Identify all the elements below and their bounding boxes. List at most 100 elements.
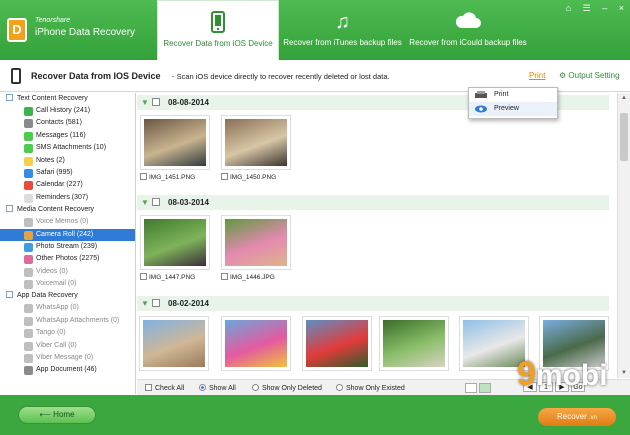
print-menu-item[interactable]: Print (469, 88, 557, 102)
photo-image[interactable] (139, 316, 209, 371)
photo-image[interactable] (379, 316, 449, 371)
grid-view-icon[interactable] (479, 383, 491, 393)
window-controls: ⌂ ☰ – × (557, 3, 624, 14)
sidebar-item[interactable]: WhatsApp Attachments (0) (0, 315, 135, 327)
sidebar-item[interactable]: Viber Call (0) (0, 340, 135, 352)
sidebar-item[interactable]: Tango (0) (0, 327, 135, 339)
scroll-up-icon[interactable]: ▲ (621, 95, 627, 101)
home-icon[interactable]: ⌂ (566, 3, 571, 13)
category-icon (24, 366, 33, 376)
collapse-arrow-icon[interactable]: ▼ (141, 198, 149, 207)
sidebar: Text Content Recovery Call History (241) C… (0, 93, 136, 394)
group-checkbox[interactable] (152, 198, 160, 206)
photo-image[interactable] (302, 316, 372, 371)
scrollbar-thumb[interactable] (620, 113, 628, 161)
back-arrow-icon: ⟵ (39, 410, 51, 419)
output-setting-button[interactable]: ⚙ Output Setting (559, 71, 620, 80)
category-checkbox[interactable] (6, 291, 13, 299)
preview-menu-item[interactable]: Preview (469, 102, 557, 116)
menu-icon[interactable]: ☰ (583, 3, 591, 13)
sidebar-item[interactable]: Voice Memos (0) (0, 216, 135, 228)
sidebar-item[interactable]: Contacts (581) (0, 117, 135, 129)
category-checkbox[interactable] (6, 205, 13, 213)
home-button[interactable]: ⟵ Home (18, 406, 96, 424)
sidebar-item[interactable]: Viber Message (0) (0, 352, 135, 364)
category-icon (24, 107, 33, 116)
show-deleted-radio[interactable]: Show Only Deleted (252, 384, 322, 392)
photo-thumbnail[interactable] (379, 316, 449, 371)
photo-image[interactable] (221, 115, 291, 170)
sidebar-category[interactable]: Media Content Recovery (0, 204, 135, 216)
scrollbar[interactable]: ▲ ▼ (617, 93, 630, 378)
sidebar-item[interactable]: Videos (0) (0, 266, 135, 278)
show-all-radio[interactable]: Show All (199, 384, 236, 392)
photo-checkbox[interactable] (221, 173, 228, 180)
watermark-text: mobi (535, 359, 608, 392)
tab-label: Recover from iTunes backup files (283, 38, 402, 47)
photo-thumbnail[interactable] (221, 316, 291, 371)
sidebar-item[interactable]: Call History (241) (0, 105, 135, 117)
photo-image[interactable] (140, 215, 210, 270)
photo-image[interactable] (221, 215, 291, 270)
sidebar-item[interactable]: WhatsApp (0) (0, 302, 135, 314)
category-checkbox[interactable] (6, 94, 13, 101)
category-icon (24, 193, 33, 203)
photo-caption[interactable]: IMG_1446.JPG (221, 273, 291, 281)
collapse-arrow-icon[interactable]: ▼ (141, 98, 149, 107)
sidebar-item[interactable]: Voicemail (0) (0, 278, 135, 290)
scroll-down-icon[interactable]: ▼ (621, 370, 627, 376)
photo-checkbox[interactable] (221, 273, 228, 280)
close-icon[interactable]: × (619, 3, 624, 13)
collapse-arrow-icon[interactable]: ▼ (141, 299, 149, 308)
sidebar-item-label: Calendar (227) (36, 181, 83, 189)
photo-checkbox[interactable] (140, 273, 147, 280)
group-checkbox[interactable] (152, 98, 160, 106)
page-description: - Scan iOS device directly to recover re… (172, 72, 390, 81)
group-checkbox[interactable] (152, 299, 160, 307)
sidebar-item[interactable]: Notes (2) (0, 155, 135, 167)
photo-image[interactable] (221, 316, 291, 371)
minimize-icon[interactable]: – (602, 3, 607, 13)
photo-thumbnail[interactable]: IMG_1450.PNG (221, 115, 291, 181)
sidebar-item[interactable]: Messages (116) (0, 130, 135, 142)
photo-checkbox[interactable] (140, 173, 147, 180)
tab-recover-ios-device[interactable]: Recover Data from iOS Device (157, 0, 279, 60)
photo-filename: IMG_1451.PNG (149, 174, 196, 181)
category-icon (24, 131, 33, 141)
date-group-header[interactable]: ▼ 08-03-2014 (137, 195, 609, 210)
sidebar-item[interactable]: App Document (46) (0, 364, 135, 376)
photo-thumbnail[interactable]: IMG_1451.PNG (140, 115, 210, 181)
sidebar-item-label: Viber Message (0) (36, 354, 94, 362)
photo-thumbnail[interactable]: IMG_1446.JPG (221, 215, 291, 281)
recover-button[interactable]: Recover .vn (538, 408, 616, 426)
photo-caption[interactable]: IMG_1450.PNG (221, 173, 291, 181)
sidebar-item[interactable]: Calendar (227) (0, 179, 135, 191)
sidebar-item[interactable]: SMS Attachments (10) (0, 142, 135, 154)
print-link[interactable]: Print (529, 71, 545, 80)
photo-caption[interactable]: IMG_1451.PNG (140, 173, 210, 181)
tab-recover-icloud[interactable]: Recover from iCould backup files (406, 0, 530, 60)
check-all-checkbox[interactable]: Check All (145, 384, 184, 392)
page-title: Recover Data from IOS Device (31, 71, 161, 81)
sidebar-category[interactable]: App Data Recovery (0, 290, 135, 302)
photo-caption[interactable]: IMG_1447.PNG (140, 273, 210, 281)
sidebar-category[interactable]: Text Content Recovery (0, 93, 135, 105)
printer-icon (475, 91, 487, 99)
sidebar-item[interactable]: Other Photos (2275) (0, 253, 135, 265)
photo-thumbnail[interactable] (302, 316, 372, 371)
photo-thumbnail[interactable] (139, 316, 209, 371)
date-group-header[interactable]: ▼ 08-02-2014 (137, 296, 609, 311)
show-existed-radio[interactable]: Show Only Existed (336, 384, 405, 392)
eye-icon (475, 105, 487, 113)
show-existed-label: Show Only Existed (346, 385, 405, 392)
tab-recover-itunes[interactable]: ♫ Recover from iTunes backup files (280, 0, 405, 60)
list-view-icon[interactable] (465, 383, 477, 393)
sidebar-item[interactable]: Reminders (307) (0, 192, 135, 204)
photo-thumbnail[interactable]: IMG_1447.PNG (140, 215, 210, 281)
sidebar-item[interactable]: Safari (995) (0, 167, 135, 179)
show-deleted-label: Show Only Deleted (262, 385, 322, 392)
sidebar-item[interactable]: Photo Stream (239) (0, 241, 135, 253)
photo-image[interactable] (140, 115, 210, 170)
sidebar-item[interactable]: Camera Roll (242) (0, 228, 135, 241)
preview-label: Preview (494, 105, 519, 112)
